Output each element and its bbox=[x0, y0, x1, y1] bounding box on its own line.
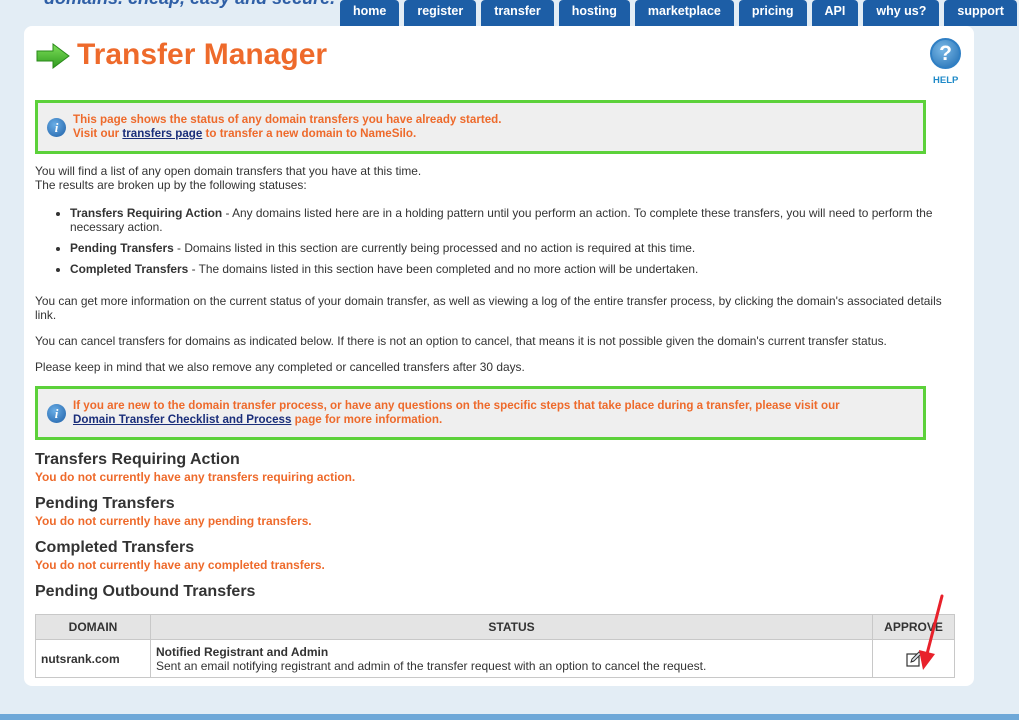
pending-empty: You do not currently have any pending tr… bbox=[35, 514, 312, 528]
help-icon[interactable]: ? bbox=[930, 38, 961, 69]
status-desc: - Domains listed in this section are cur… bbox=[173, 241, 696, 255]
completed-heading: Completed Transfers bbox=[35, 539, 195, 556]
completed-empty: You do not currently have any completed … bbox=[35, 558, 325, 572]
nav-hosting[interactable]: hosting bbox=[558, 0, 630, 26]
removal-paragraph: Please keep in mind that we also remove … bbox=[35, 360, 525, 374]
intro-text: You will find a list of any open domain … bbox=[35, 164, 960, 192]
nav-marketplace[interactable]: marketplace bbox=[634, 0, 734, 26]
nav-support[interactable]: support bbox=[944, 0, 1017, 26]
intro-line-1: You will find a list of any open domain … bbox=[35, 164, 422, 178]
checklist-link[interactable]: Domain Transfer Checklist and Process bbox=[73, 413, 291, 426]
info-icon: i bbox=[47, 404, 66, 423]
status-title: Notified Registrant and Admin bbox=[156, 644, 329, 659]
list-item: Pending Transfers - Domains listed in th… bbox=[70, 241, 965, 255]
green-arrow-icon bbox=[36, 43, 70, 69]
table-row: nutsrank.com Notified Registrant and Adm… bbox=[35, 639, 955, 678]
status-name: Completed Transfers bbox=[70, 262, 189, 276]
footer-stripe bbox=[0, 714, 1019, 720]
page-title: Transfer Manager bbox=[77, 38, 328, 71]
notice-prefix: Visit our bbox=[73, 127, 123, 140]
notice-line-1: This page shows the status of any domain… bbox=[73, 113, 502, 126]
main-nav: home register transfer hosting marketpla… bbox=[340, 0, 1017, 26]
outbound-heading: Pending Outbound Transfers bbox=[35, 583, 256, 600]
checklist-notice: i If you are new to the domain transfer … bbox=[35, 386, 926, 440]
nav-api[interactable]: API bbox=[811, 0, 859, 26]
list-item: Transfers Requiring Action - Any domains… bbox=[70, 206, 965, 234]
intro-line-2: The results are broken up by the followi… bbox=[35, 178, 307, 192]
info-icon: i bbox=[47, 118, 66, 137]
nav-why-us[interactable]: why us? bbox=[863, 0, 940, 26]
domain-cell: nutsrank.com bbox=[35, 639, 151, 678]
details-paragraph: You can get more information on the curr… bbox=[35, 294, 942, 322]
nav-transfer[interactable]: transfer bbox=[481, 0, 554, 26]
status-name: Pending Transfers bbox=[70, 241, 174, 255]
table-header-row: DOMAIN STATUS APPROVE bbox=[35, 614, 955, 640]
notice-suffix: to transfer a new domain to NameSilo. bbox=[202, 127, 417, 140]
main-panel: Transfer Manager ? HELP i This page show… bbox=[24, 26, 974, 686]
status-description: Sent an email notifying registrant and a… bbox=[156, 658, 707, 673]
pending-heading: Pending Transfers bbox=[35, 495, 175, 512]
checklist-text: If you are new to the domain transfer pr… bbox=[73, 399, 840, 412]
outbound-transfers-table: DOMAIN STATUS APPROVE nutsrank.com Notif… bbox=[35, 614, 955, 678]
checklist-suffix: page for more information. bbox=[291, 413, 443, 426]
site-tagline: domains. cheap, easy and secure. bbox=[44, 0, 335, 9]
list-item: Completed Transfers - The domains listed… bbox=[70, 262, 965, 276]
transfer-status-notice: i This page shows the status of any doma… bbox=[35, 100, 926, 154]
status-desc: - The domains listed in this section hav… bbox=[188, 262, 699, 276]
red-annotation-arrow bbox=[919, 594, 944, 670]
status-cell: Notified Registrant and Admin Sent an em… bbox=[150, 639, 873, 678]
status-name: Transfers Requiring Action bbox=[70, 206, 223, 220]
cancel-paragraph: You can cancel transfers for domains as … bbox=[35, 334, 887, 348]
requiring-action-heading: Transfers Requiring Action bbox=[35, 451, 240, 468]
nav-home[interactable]: home bbox=[340, 0, 400, 26]
column-header-status: STATUS bbox=[150, 614, 873, 640]
transfers-page-link[interactable]: transfers page bbox=[122, 127, 202, 140]
help-link[interactable]: HELP bbox=[933, 75, 958, 86]
nav-register[interactable]: register bbox=[404, 0, 477, 26]
status-list: Transfers Requiring Action - Any domains… bbox=[35, 206, 965, 283]
column-header-domain: DOMAIN bbox=[35, 614, 151, 640]
nav-pricing[interactable]: pricing bbox=[738, 0, 807, 26]
requiring-action-empty: You do not currently have any transfers … bbox=[35, 470, 356, 484]
